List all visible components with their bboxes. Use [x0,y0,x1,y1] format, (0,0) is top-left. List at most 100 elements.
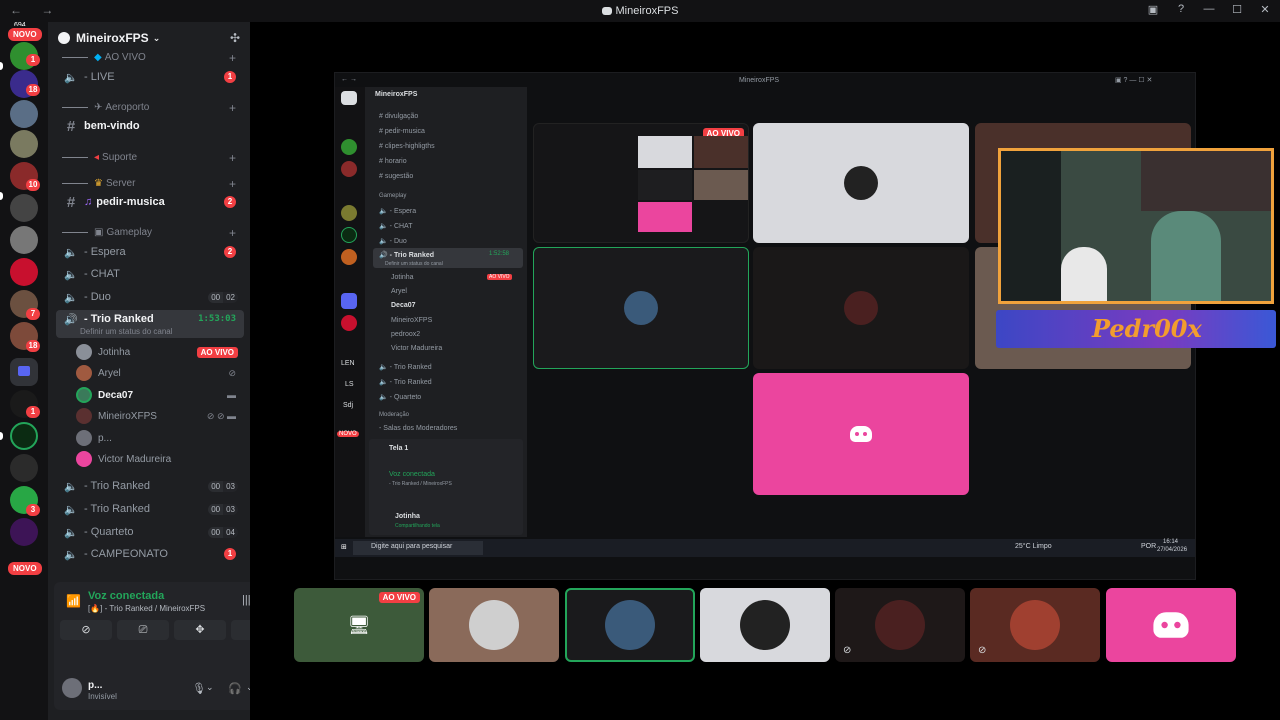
video-thumb[interactable] [429,588,559,662]
channel-duo[interactable]: 🔈 - Duo 00 02 [56,287,244,307]
channel-trio-ranked-2[interactable]: 🔈 - Trio Ranked 00 03 [56,476,244,496]
discord-home-icon[interactable] [341,91,357,105]
category-aeroporto[interactable]: ✈ Aeroporto + [62,101,246,115]
category-gameplay[interactable]: ▣ Gameplay + [62,226,246,240]
nested-channel[interactable]: 🔈 - Quarteto [379,393,421,401]
soundboard-button[interactable]: ✦ [231,620,250,640]
video-thumb[interactable] [700,588,830,662]
video-tile[interactable] [753,247,969,369]
server-icon[interactable] [10,226,38,254]
close-button[interactable]: ✕ [1258,3,1272,16]
server-icon[interactable] [341,227,357,243]
rail-label[interactable]: Sdj [343,402,353,409]
microphone-icon[interactable]: 🎙 [192,682,206,695]
nested-channel[interactable]: 🔊 - Trio Ranked [379,251,434,259]
server-icon[interactable] [10,518,38,546]
nested-category[interactable]: Moderação [379,412,409,418]
nested-channel[interactable]: 🔈 - CHAT [379,222,412,230]
server-icon[interactable] [10,100,38,128]
camera-off-button[interactable]: ⊘ [60,620,112,640]
username[interactable]: p... [88,680,102,691]
windows-icon[interactable]: ⊞ [341,543,347,551]
noise-suppression-icon[interactable]: ||| [242,594,250,606]
channel-chat[interactable]: 🔈 - CHAT [56,264,244,284]
nested-channel[interactable]: 🔈 - Trio Ranked [379,363,432,371]
server-icon[interactable] [10,258,38,286]
server-icon[interactable] [341,249,357,265]
video-thumb[interactable]: ⊘ [970,588,1100,662]
channel-espera[interactable]: 🔈 - Espera 2 [56,242,244,262]
nested-member[interactable]: pedroox2 [391,331,420,338]
video-thumb[interactable] [1106,588,1236,662]
category-ao-vivo[interactable]: ◆ AO VIVO + [62,51,246,65]
rail-label[interactable]: LS [345,381,354,388]
server-icon[interactable] [10,422,38,450]
nested-guild-name[interactable]: MineiroxFPS [375,91,417,98]
server-icon[interactable] [10,130,38,158]
nested-channel[interactable]: 🔈 - Duo [379,237,407,245]
voice-member[interactable]: p... [76,428,244,448]
nested-video-tile[interactable] [533,247,749,369]
server-icon[interactable] [10,194,38,222]
video-thumb-speaking[interactable] [565,588,695,662]
nested-category[interactable]: Gameplay [379,193,406,199]
channel-status[interactable]: Definir um status do canal [80,327,173,336]
voice-member[interactable]: MineiroXFPS ⊘ ⊘ ▬ [76,406,244,426]
nested-member[interactable]: Victor Madureira [391,345,442,352]
category-suporte[interactable]: ◂ Suporte + [62,151,246,165]
add-channel-icon[interactable]: + [229,101,236,115]
activities-button[interactable]: ✥ [174,620,226,640]
voice-member[interactable]: Deca07 ▬ [76,385,244,405]
headphones-icon[interactable]: 🎧 [228,682,242,695]
nested-channel[interactable]: # sugestão [379,173,413,180]
avatar[interactable] [62,678,82,698]
voice-channel-path[interactable]: [🔥] - Trio Ranked / MineiroxFPS [88,604,205,613]
guild-header[interactable]: MineiroxFPS ⌄ ✣ [48,22,250,54]
nested-screen-tile[interactable]: AO VIVO [533,123,749,243]
channel-live[interactable]: 🔈 - LIVE 1 [56,67,244,87]
nested-channel[interactable]: # horario [379,158,407,165]
voice-member[interactable]: Jotinha AO VIVO [76,342,244,362]
server-icon[interactable] [341,161,357,177]
nested-channel[interactable]: 🔈 - Espera [379,207,416,215]
folder-icon[interactable] [10,358,38,386]
nested-channel[interactable]: - Salas dos Moderadores [379,425,457,432]
rail-label[interactable]: LEN [341,360,355,367]
channel-campeonato[interactable]: 🔈 - CAMPEONATO 1 [56,544,244,564]
nested-channel[interactable]: # divulgação [379,113,418,120]
channel-trio-ranked-active[interactable]: 🔊 - Trio Ranked 1:53:03 Definir um statu… [56,310,244,338]
add-channel-icon[interactable]: + [229,226,236,240]
channel-bem-vindo[interactable]: # bem-vindo [56,116,244,136]
add-channel-icon[interactable]: + [229,177,236,191]
channel-pedir-musica[interactable]: # ♫ pedir-musica 2 [56,192,244,212]
server-icon[interactable] [341,205,357,221]
help-icon[interactable]: ? [1174,3,1188,16]
video-tile[interactable] [753,123,969,243]
voice-member[interactable]: Victor Madureira [76,449,244,469]
nested-channel[interactable]: # clipes-highligths [379,143,435,150]
nested-member[interactable]: Jotinha [391,274,414,281]
nested-channel[interactable]: # pedir-musica [379,128,425,135]
voice-status[interactable]: Voz conectada [88,590,164,602]
stream-thumb[interactable]: AO VIVO 🖥 [294,588,424,662]
share-screen-button[interactable]: ⎚ [117,620,169,640]
category-server[interactable]: ♛ Server + [62,177,246,191]
video-tile[interactable] [753,373,969,495]
nested-member[interactable]: Aryel [391,288,407,295]
folder-icon[interactable] [341,293,357,309]
server-icon[interactable] [10,454,38,482]
chevron-down-icon[interactable]: ⌄ [206,682,214,693]
nested-member[interactable]: Deca07 [391,302,416,309]
minimize-button[interactable]: — [1202,3,1216,16]
video-thumb[interactable]: ⊘ [835,588,965,662]
server-icon[interactable] [341,315,357,331]
add-user-icon[interactable]: ✣ [230,31,240,45]
add-channel-icon[interactable]: + [229,51,236,65]
maximize-button[interactable]: ☐ [1230,3,1244,16]
channel-quarteto[interactable]: 🔈 - Quarteto 00 04 [56,522,244,542]
add-channel-icon[interactable]: + [229,151,236,165]
nested-channel[interactable]: 🔈 - Trio Ranked [379,378,432,386]
screen-share-icon[interactable]: ▣ [1146,3,1160,16]
voice-member[interactable]: Aryel ⊘ [76,363,244,383]
nested-member[interactable]: MineiroXFPS [391,317,432,324]
